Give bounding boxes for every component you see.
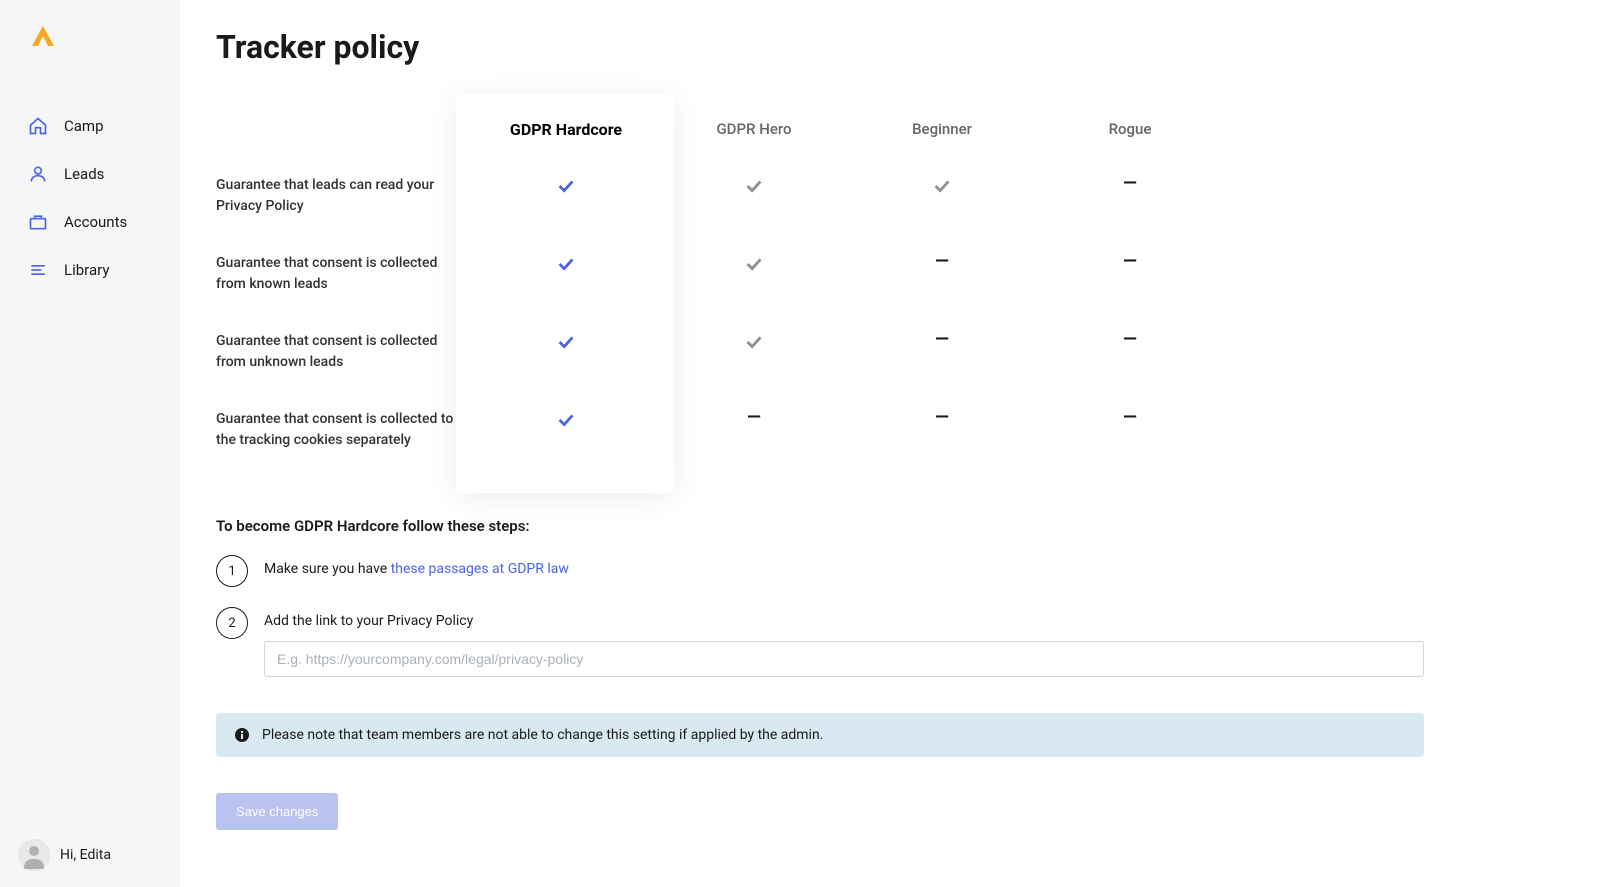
gdpr-law-link[interactable]: these passages at GDPR law <box>391 561 569 577</box>
check-icon <box>555 409 577 435</box>
policy-cell <box>660 313 848 375</box>
steps-intro: To become GDPR Hardcore follow these ste… <box>216 517 1424 535</box>
user-info[interactable]: Hi, Edita <box>0 823 180 887</box>
check-icon <box>743 331 765 357</box>
save-button[interactable]: Save changes <box>216 793 338 830</box>
policy-row-label: Guarantee that leads can read your Priva… <box>216 157 472 235</box>
privacy-policy-input[interactable] <box>264 641 1424 677</box>
check-icon <box>743 175 765 201</box>
policy-cell: — <box>660 391 848 445</box>
step-number: 2 <box>216 607 248 639</box>
avatar <box>18 839 50 871</box>
nav-label: Camp <box>64 117 104 135</box>
nav: Camp Leads Accounts <box>0 78 180 863</box>
policy-row-label: Guarantee that consent is collected from… <box>216 313 472 391</box>
policy-row-label: Guarantee that consent is collected from… <box>216 235 472 313</box>
step-text: Make sure you have <box>264 561 391 577</box>
check-icon <box>743 253 765 279</box>
policy-cell <box>472 235 660 297</box>
nav-item-library[interactable]: Library <box>0 246 180 294</box>
dash-icon: — <box>1123 409 1137 427</box>
nav-item-camp[interactable]: Camp <box>0 102 180 150</box>
nav-item-accounts[interactable]: Accounts <box>0 198 180 246</box>
list-icon <box>28 260 48 280</box>
notice: Please note that team members are not ab… <box>216 713 1424 757</box>
column-header-gdpr-hero[interactable]: GDPR Hero <box>660 102 848 156</box>
check-icon <box>931 175 953 201</box>
policy-cell: — <box>1036 313 1224 367</box>
nav-label: Leads <box>64 165 104 183</box>
dash-icon: — <box>935 253 949 271</box>
dash-icon: — <box>935 409 949 427</box>
steps: 1 Make sure you have these passages at G… <box>216 555 1424 677</box>
policy-cell <box>660 235 848 297</box>
dash-icon: — <box>1123 253 1137 271</box>
notice-text: Please note that team members are not ab… <box>262 727 823 743</box>
dash-icon: — <box>747 409 761 427</box>
user-greeting: Hi, Edita <box>60 847 111 863</box>
policy-row-label: Guarantee that consent is collected to t… <box>216 391 472 469</box>
info-icon <box>234 727 250 743</box>
check-icon <box>555 175 577 201</box>
nav-item-leads[interactable]: Leads <box>0 150 180 198</box>
policy-cell <box>848 157 1036 219</box>
policy-cell <box>472 313 660 375</box>
policy-cell <box>472 391 660 453</box>
sidebar: Camp Leads Accounts <box>0 0 180 887</box>
nav-label: Accounts <box>64 213 127 231</box>
step-1: 1 Make sure you have these passages at G… <box>216 555 1424 587</box>
policy-cell <box>660 157 848 219</box>
main: Tracker policy GDPR Hardcore GDPR Hero B… <box>180 0 1460 887</box>
policy-cell: — <box>1036 157 1224 211</box>
logo-icon <box>28 24 58 50</box>
policy-cell: — <box>848 313 1036 367</box>
home-icon <box>28 116 48 136</box>
check-icon <box>555 331 577 357</box>
column-header-gdpr-hardcore[interactable]: GDPR Hardcore <box>472 102 660 157</box>
column-header-beginner[interactable]: Beginner <box>848 102 1036 156</box>
step-number: 1 <box>216 555 248 587</box>
policy-table: GDPR Hardcore GDPR Hero Beginner Rogue G… <box>216 102 1424 469</box>
logo <box>0 24 180 78</box>
policy-cell: — <box>848 391 1036 445</box>
step-2: 2 Add the link to your Privacy Policy <box>216 607 1424 677</box>
dash-icon: — <box>1123 175 1137 193</box>
column-header-rogue[interactable]: Rogue <box>1036 102 1224 156</box>
dash-icon: — <box>935 331 949 349</box>
check-icon <box>555 253 577 279</box>
nav-label: Library <box>64 261 109 279</box>
step-text: Add the link to your Privacy Policy <box>264 613 1424 629</box>
dash-icon: — <box>1123 331 1137 349</box>
person-icon <box>28 164 48 184</box>
policy-cell: — <box>1036 391 1224 445</box>
policy-cell: — <box>848 235 1036 289</box>
policy-cell: — <box>1036 235 1224 289</box>
briefcase-icon <box>28 212 48 232</box>
policy-cell <box>472 157 660 219</box>
page-title: Tracker policy <box>216 28 1424 66</box>
